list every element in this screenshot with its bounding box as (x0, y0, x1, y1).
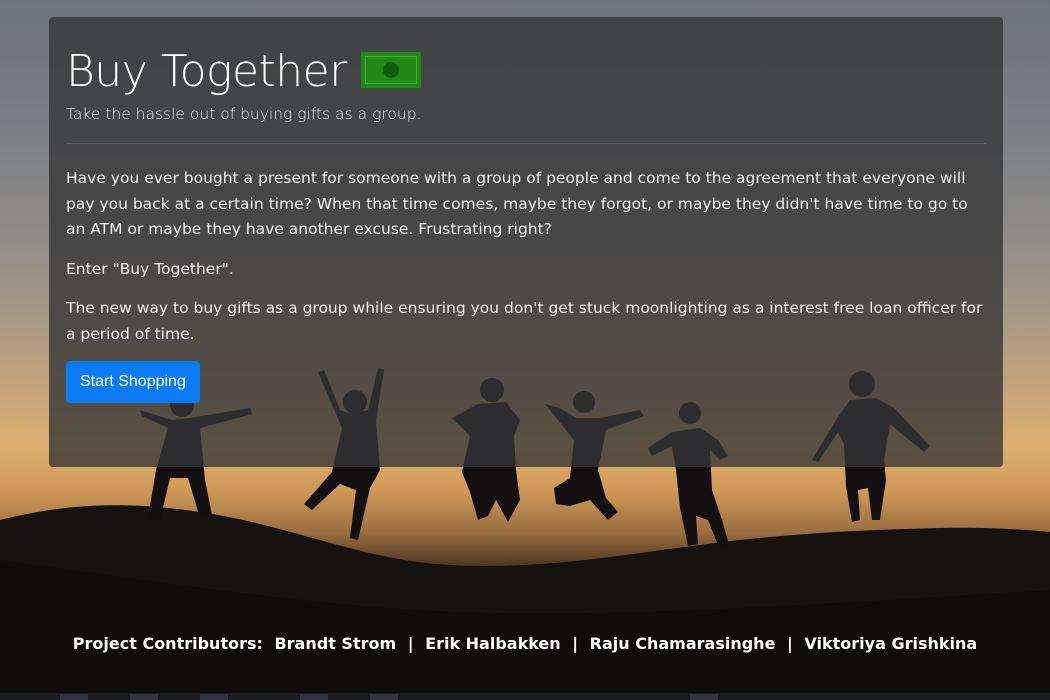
enter-paragraph: Enter "Buy Together". (66, 259, 234, 278)
contributor-name: Raju Chamarasinghe (589, 634, 776, 653)
os-taskbar (0, 693, 1050, 700)
separator: | (572, 634, 579, 653)
taskbar-item[interactable] (200, 694, 228, 700)
taskbar-item[interactable] (130, 694, 158, 700)
separator: | (787, 634, 793, 653)
hero-panel: Buy Together Take the hassle out of buyi… (49, 17, 1003, 467)
start-shopping-button[interactable]: Start Shopping (66, 361, 200, 403)
contributors-footer: Project Contributors: Brandt Strom | Eri… (0, 634, 1050, 653)
title-row: Buy Together (66, 47, 986, 97)
taskbar-item[interactable] (60, 694, 88, 700)
divider (66, 143, 986, 144)
separator: | (407, 634, 414, 653)
contributors-label: Project Contributors: (72, 634, 263, 653)
pitch-paragraph: The new way to buy gifts as a group whil… (66, 299, 983, 343)
taskbar-item[interactable] (690, 694, 718, 700)
taskbar-item[interactable] (370, 694, 398, 700)
taskbar-item[interactable] (300, 694, 328, 700)
contributor-name: Erik Halbakken (425, 634, 561, 653)
contributor-name: Viktoriya Grishkina (804, 634, 978, 653)
contributor-name: Brandt Strom (274, 634, 397, 653)
page-subtitle: Take the hassle out of buying gifts as a… (66, 105, 422, 123)
intro-paragraph: Have you ever bought a present for someo… (66, 169, 968, 238)
page-title: Buy Together (66, 46, 347, 97)
money-bill-icon (360, 52, 421, 88)
